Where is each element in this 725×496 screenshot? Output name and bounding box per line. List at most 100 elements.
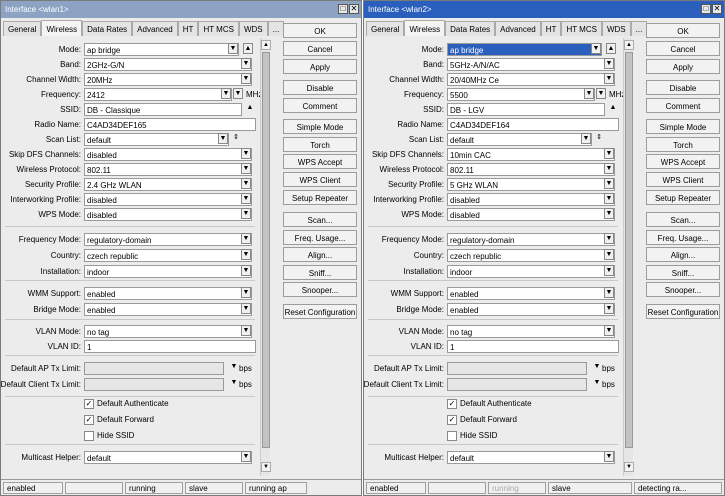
mode-field[interactable]: ap bridge bbox=[84, 43, 239, 56]
apply-button[interactable]: Apply bbox=[283, 59, 357, 74]
default-client-tx-limit-field[interactable] bbox=[84, 378, 224, 391]
channel-width-field[interactable]: 20/40MHz Ce bbox=[447, 73, 615, 86]
frequency-dropdown-icon[interactable]: ▼ bbox=[584, 88, 594, 99]
comment-button[interactable]: Comment bbox=[283, 98, 357, 113]
frequency-dropdown-icon[interactable]: ▼ bbox=[233, 88, 243, 99]
checkbox-box[interactable]: ✓ bbox=[447, 399, 457, 409]
wireless-protocol-dropdown-icon[interactable]: ▼ bbox=[604, 163, 614, 174]
checkbox-box[interactable]: ✓ bbox=[84, 415, 94, 425]
band-dropdown-icon[interactable]: ▼ bbox=[241, 58, 251, 69]
comment-button[interactable]: Comment bbox=[646, 98, 720, 113]
default-ap-tx-limit-dropdown-icon[interactable]: ▼ bbox=[229, 362, 239, 373]
scan-list-dropdown-icon[interactable]: ▼ bbox=[218, 133, 228, 144]
band-field[interactable]: 5GHz-A/N/AC bbox=[447, 58, 615, 71]
channel-width-dropdown-icon[interactable]: ▼ bbox=[604, 73, 614, 84]
default-authenticate-checkbox[interactable]: ✓ Default Authenticate bbox=[84, 399, 169, 413]
wireless-protocol-field[interactable]: 802.11 bbox=[447, 163, 615, 176]
tab-data-rates[interactable]: Data Rates bbox=[445, 21, 496, 36]
tab-advanced[interactable]: Advanced bbox=[495, 21, 541, 36]
wmm-support-dropdown-icon[interactable]: ▼ bbox=[241, 287, 251, 298]
radio-name-field[interactable]: C4AD34DEF165 bbox=[84, 118, 256, 131]
default-ap-tx-limit-field[interactable] bbox=[84, 362, 224, 375]
torch-button[interactable]: Torch bbox=[646, 137, 720, 152]
form-scrollbar[interactable]: ▲ ▼ bbox=[260, 38, 271, 476]
setup-repeater-button[interactable]: Setup Repeater bbox=[283, 190, 357, 205]
wireless-protocol-dropdown-icon[interactable]: ▼ bbox=[241, 163, 251, 174]
sniff-button[interactable]: Sniff... bbox=[646, 265, 720, 280]
checkbox-box[interactable] bbox=[84, 431, 94, 441]
multicast-helper-field[interactable]: default bbox=[84, 451, 252, 464]
vlan-mode-field[interactable]: no tag bbox=[447, 325, 615, 338]
frequency-mode-dropdown-icon[interactable]: ▼ bbox=[241, 233, 251, 244]
align-button[interactable]: Align... bbox=[283, 247, 357, 262]
band-field[interactable]: 2GHz-G/N bbox=[84, 58, 252, 71]
mode-up-icon[interactable]: ▲ bbox=[243, 43, 253, 54]
installation-dropdown-icon[interactable]: ▼ bbox=[604, 265, 614, 276]
window-titlebar[interactable]: Interface <wlan2> □ ✕ bbox=[364, 1, 724, 18]
scan-list-updown-icon[interactable]: ⇕ bbox=[231, 133, 241, 144]
frequency-field[interactable]: 5500 bbox=[447, 88, 595, 101]
default-forward-checkbox[interactable]: ✓ Default Forward bbox=[447, 415, 517, 429]
country-field[interactable]: czech republic bbox=[447, 249, 615, 262]
scroll-down-icon[interactable]: ▼ bbox=[261, 462, 271, 472]
maximize-icon[interactable]: □ bbox=[338, 4, 348, 14]
scroll-up-icon[interactable]: ▲ bbox=[624, 40, 634, 50]
apply-button[interactable]: Apply bbox=[646, 59, 720, 74]
wps-mode-dropdown-icon[interactable]: ▼ bbox=[604, 208, 614, 219]
channel-width-field[interactable]: 20MHz bbox=[84, 73, 252, 86]
tab-wireless[interactable]: Wireless bbox=[41, 20, 83, 36]
ssid-field[interactable]: DB - Classique bbox=[84, 103, 242, 116]
torch-button[interactable]: Torch bbox=[283, 137, 357, 152]
scan-button[interactable]: Scan... bbox=[646, 212, 720, 227]
form-scrollbar[interactable]: ▲ ▼ bbox=[623, 38, 634, 476]
scan-list-field[interactable]: default bbox=[447, 133, 592, 146]
default-client-tx-limit-dropdown-icon[interactable]: ▼ bbox=[592, 378, 602, 389]
freq-usage-button[interactable]: Freq. Usage... bbox=[283, 230, 357, 245]
tab-general[interactable]: General bbox=[366, 21, 405, 36]
close-icon[interactable]: ✕ bbox=[712, 4, 722, 14]
close-icon[interactable]: ✕ bbox=[349, 4, 359, 14]
mode-up-icon[interactable]: ▲ bbox=[606, 43, 616, 54]
frequency-dropdown-icon[interactable]: ▼ bbox=[221, 88, 231, 99]
wps-accept-button[interactable]: WPS Accept bbox=[646, 154, 720, 169]
mode-field[interactable]: ap bridge bbox=[447, 43, 602, 56]
sniff-button[interactable]: Sniff... bbox=[283, 265, 357, 280]
wps-mode-field[interactable]: disabled bbox=[447, 208, 615, 221]
ok-button[interactable]: OK bbox=[646, 23, 720, 38]
scan-list-field[interactable]: default bbox=[84, 133, 229, 146]
default-client-tx-limit-dropdown-icon[interactable]: ▼ bbox=[229, 378, 239, 389]
ok-button[interactable]: OK bbox=[283, 23, 357, 38]
skip-dfs-field[interactable]: 10min CAC bbox=[447, 148, 615, 161]
hide-ssid-checkbox[interactable]: Hide SSID bbox=[84, 431, 134, 445]
country-dropdown-icon[interactable]: ▼ bbox=[604, 249, 614, 260]
default-ap-tx-limit-dropdown-icon[interactable]: ▼ bbox=[592, 362, 602, 373]
disable-button[interactable]: Disable bbox=[283, 80, 357, 95]
radio-name-field[interactable]: C4AD34DEF164 bbox=[447, 118, 619, 131]
band-dropdown-icon[interactable]: ▼ bbox=[604, 58, 614, 69]
bridge-mode-dropdown-icon[interactable]: ▼ bbox=[604, 303, 614, 314]
default-client-tx-limit-field[interactable] bbox=[447, 378, 587, 391]
tab-ht[interactable]: HT bbox=[540, 21, 562, 36]
scan-button[interactable]: Scan... bbox=[283, 212, 357, 227]
tab-advanced[interactable]: Advanced bbox=[132, 21, 178, 36]
multicast-helper-field[interactable]: default bbox=[447, 451, 615, 464]
tab-ht[interactable]: HT bbox=[177, 21, 199, 36]
mode-dropdown-icon[interactable]: ▼ bbox=[228, 43, 238, 54]
simple-mode-button[interactable]: Simple Mode bbox=[646, 119, 720, 134]
hide-ssid-checkbox[interactable]: Hide SSID bbox=[447, 431, 497, 445]
wireless-protocol-field[interactable]: 802.11 bbox=[84, 163, 252, 176]
security-profile-dropdown-icon[interactable]: ▼ bbox=[604, 178, 614, 189]
frequency-field[interactable]: 2412 bbox=[84, 88, 232, 101]
frequency-mode-dropdown-icon[interactable]: ▼ bbox=[604, 233, 614, 244]
ssid-up-icon[interactable]: ▲ bbox=[608, 103, 618, 114]
mode-dropdown-icon[interactable]: ▼ bbox=[591, 43, 601, 54]
wps-client-button[interactable]: WPS Client bbox=[646, 172, 720, 187]
tab-general[interactable]: General bbox=[3, 21, 42, 36]
align-button[interactable]: Align... bbox=[646, 247, 720, 262]
multicast-helper-dropdown-icon[interactable]: ▼ bbox=[241, 451, 251, 462]
country-field[interactable]: czech republic bbox=[84, 249, 252, 262]
simple-mode-button[interactable]: Simple Mode bbox=[283, 119, 357, 134]
snooper-button[interactable]: Snooper... bbox=[283, 282, 357, 297]
wps-accept-button[interactable]: WPS Accept bbox=[283, 154, 357, 169]
wps-mode-field[interactable]: disabled bbox=[84, 208, 252, 221]
